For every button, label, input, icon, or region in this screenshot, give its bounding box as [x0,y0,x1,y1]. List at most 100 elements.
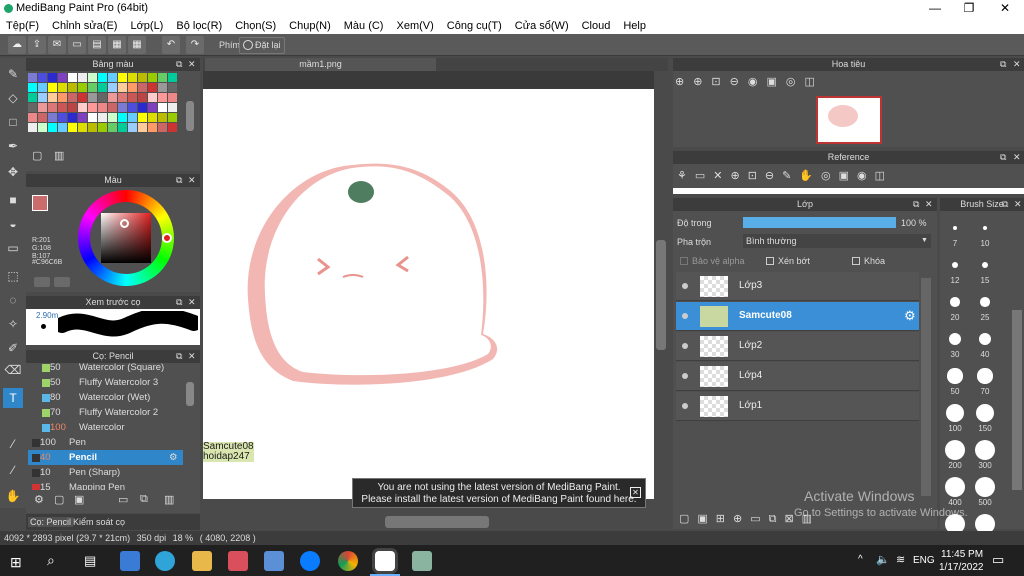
canvas-vscroll[interactable] [656,240,666,350]
palette-swatch[interactable] [108,83,117,92]
palette-swatch[interactable] [38,103,47,112]
wifi-icon[interactable]: ≋ [896,553,905,566]
palette-swatch[interactable] [78,103,87,112]
menu-capture[interactable]: Chụp(N) [289,20,331,32]
zalo-icon[interactable] [300,551,320,571]
layer-scrollbar[interactable] [921,278,931,496]
menu-file[interactable]: Tệp(F) [6,20,39,32]
menu-layer[interactable]: Lớp(L) [130,20,163,32]
select-eraser-icon[interactable]: ⌫ [3,360,23,380]
palette-swatch[interactable] [148,83,157,92]
palette-float-icon[interactable]: ⧉ [176,58,182,71]
clip-checkbox[interactable] [766,257,774,265]
palette-swatch[interactable] [28,73,37,82]
reference-close-icon[interactable]: ✕ [1013,151,1021,164]
brush-size-dot[interactable] [980,297,990,307]
menu-cloud[interactable]: Cloud [582,20,611,32]
palette-swatch[interactable] [38,93,47,102]
eye-icon[interactable] [682,283,688,289]
palette-swatch[interactable] [88,103,97,112]
menu-edit[interactable]: Chỉnh sửa(E) [52,20,117,32]
palette-swatch[interactable] [128,83,137,92]
palette-swatch[interactable] [88,113,97,122]
close-button[interactable]: ✕ [988,0,1022,17]
tray-chevron-icon[interactable]: ^ [858,554,863,565]
palette-swatch[interactable] [128,123,137,132]
palette-swatch[interactable] [108,93,117,102]
menu-help[interactable]: Help [623,20,646,32]
palette-swatch[interactable] [148,103,157,112]
eyedropper-icon[interactable]: ⁄ [3,434,23,454]
palette-swatch[interactable] [58,83,67,92]
palette-swatch[interactable] [128,113,137,122]
gear-icon[interactable]: ⚙ [904,308,916,324]
windows-start-icon[interactable]: ⊞ [10,554,22,571]
lasso-tool-icon[interactable]: ◌ [3,290,23,310]
brushsize-close-icon[interactable]: ✕ [1014,198,1022,211]
edge-icon[interactable] [155,551,175,571]
document-tab[interactable]: mầm1.png [205,58,436,71]
brush-scrollbar[interactable] [186,382,194,406]
doc-icon[interactable]: ▤ [88,36,106,54]
palette-swatch[interactable] [98,113,107,122]
preview-close-icon[interactable]: ✕ [188,296,196,309]
nav-float-icon[interactable]: ⧉ [1000,58,1006,71]
brush-size-dot[interactable] [945,440,965,460]
brush-dup-icon[interactable]: ⧉ [140,493,148,506]
palette-swatch[interactable] [78,83,87,92]
gradient-tool-icon[interactable]: ▭ [3,238,23,258]
palette-swatch[interactable] [88,123,97,132]
palette-swatch[interactable] [68,113,77,122]
brush-size-dot[interactable] [977,368,993,384]
palette-swatch[interactable] [138,123,147,132]
brush-size-dot[interactable] [975,440,995,460]
palette-swatch[interactable] [118,83,127,92]
minimize-button[interactable]: — [918,0,952,17]
canvas[interactable]: Samcute08 hoidap247 [203,89,654,499]
menu-window[interactable]: Cửa sổ(W) [515,20,569,32]
preview-float-icon[interactable]: ⧉ [176,296,182,309]
brush-size-dot[interactable] [946,404,964,422]
language[interactable]: ENG [913,555,935,566]
tool-icon[interactable] [264,551,284,571]
tab-brush-control[interactable]: Kiểm soát cọ [73,517,125,527]
brush-folder-icon[interactable]: ▭ [118,493,128,506]
palette-swatch[interactable] [88,73,97,82]
palette-swatch[interactable] [108,103,117,112]
brush-size-dot[interactable] [983,226,987,230]
layer-row[interactable]: Lớp3 [676,272,919,301]
palette-swatch[interactable] [108,123,117,132]
eye-icon[interactable] [682,373,688,379]
brushsize-float-icon[interactable]: ⧉ [1002,198,1008,211]
palette-swatch[interactable] [78,93,87,102]
brushsize-scrollbar[interactable] [1012,310,1022,490]
palette-swatch[interactable] [128,73,137,82]
explorer-icon[interactable] [192,551,212,571]
palette-add-icon[interactable]: ▢ [32,149,42,162]
palette-swatch[interactable] [68,73,77,82]
palette-swatch[interactable] [168,93,177,102]
layer-close-icon[interactable]: ✕ [925,198,933,211]
palette-swatch[interactable] [38,123,47,132]
palette-swatch[interactable] [38,113,47,122]
color-mode-icon[interactable] [34,277,50,287]
opacity-track[interactable] [743,217,896,228]
comment-icon[interactable]: ✉ [48,36,66,54]
palette-delete-icon[interactable]: ▥ [54,149,64,162]
fill-rect-tool-icon[interactable]: ■ [3,190,23,210]
brush-float-icon[interactable]: ⧉ [176,350,182,363]
menu-view[interactable]: Xem(V) [396,20,433,32]
canvas-hscroll[interactable] [385,516,489,528]
snip-icon[interactable] [228,551,248,571]
brush-size-dot[interactable] [950,297,960,307]
palette-swatch[interactable] [68,123,77,132]
blend-select[interactable]: Bình thường ▼ [743,234,931,248]
tiles-icon[interactable]: ▦ [128,36,146,54]
palette-swatch[interactable] [48,83,57,92]
brush-size-dot[interactable] [978,332,992,346]
menu-tools[interactable]: Công cụ(T) [447,20,502,32]
palette-swatch[interactable] [118,103,127,112]
clock-date[interactable]: 1/17/2022 [939,562,984,573]
palette-swatch[interactable] [158,103,167,112]
palette-swatch[interactable] [138,73,147,82]
